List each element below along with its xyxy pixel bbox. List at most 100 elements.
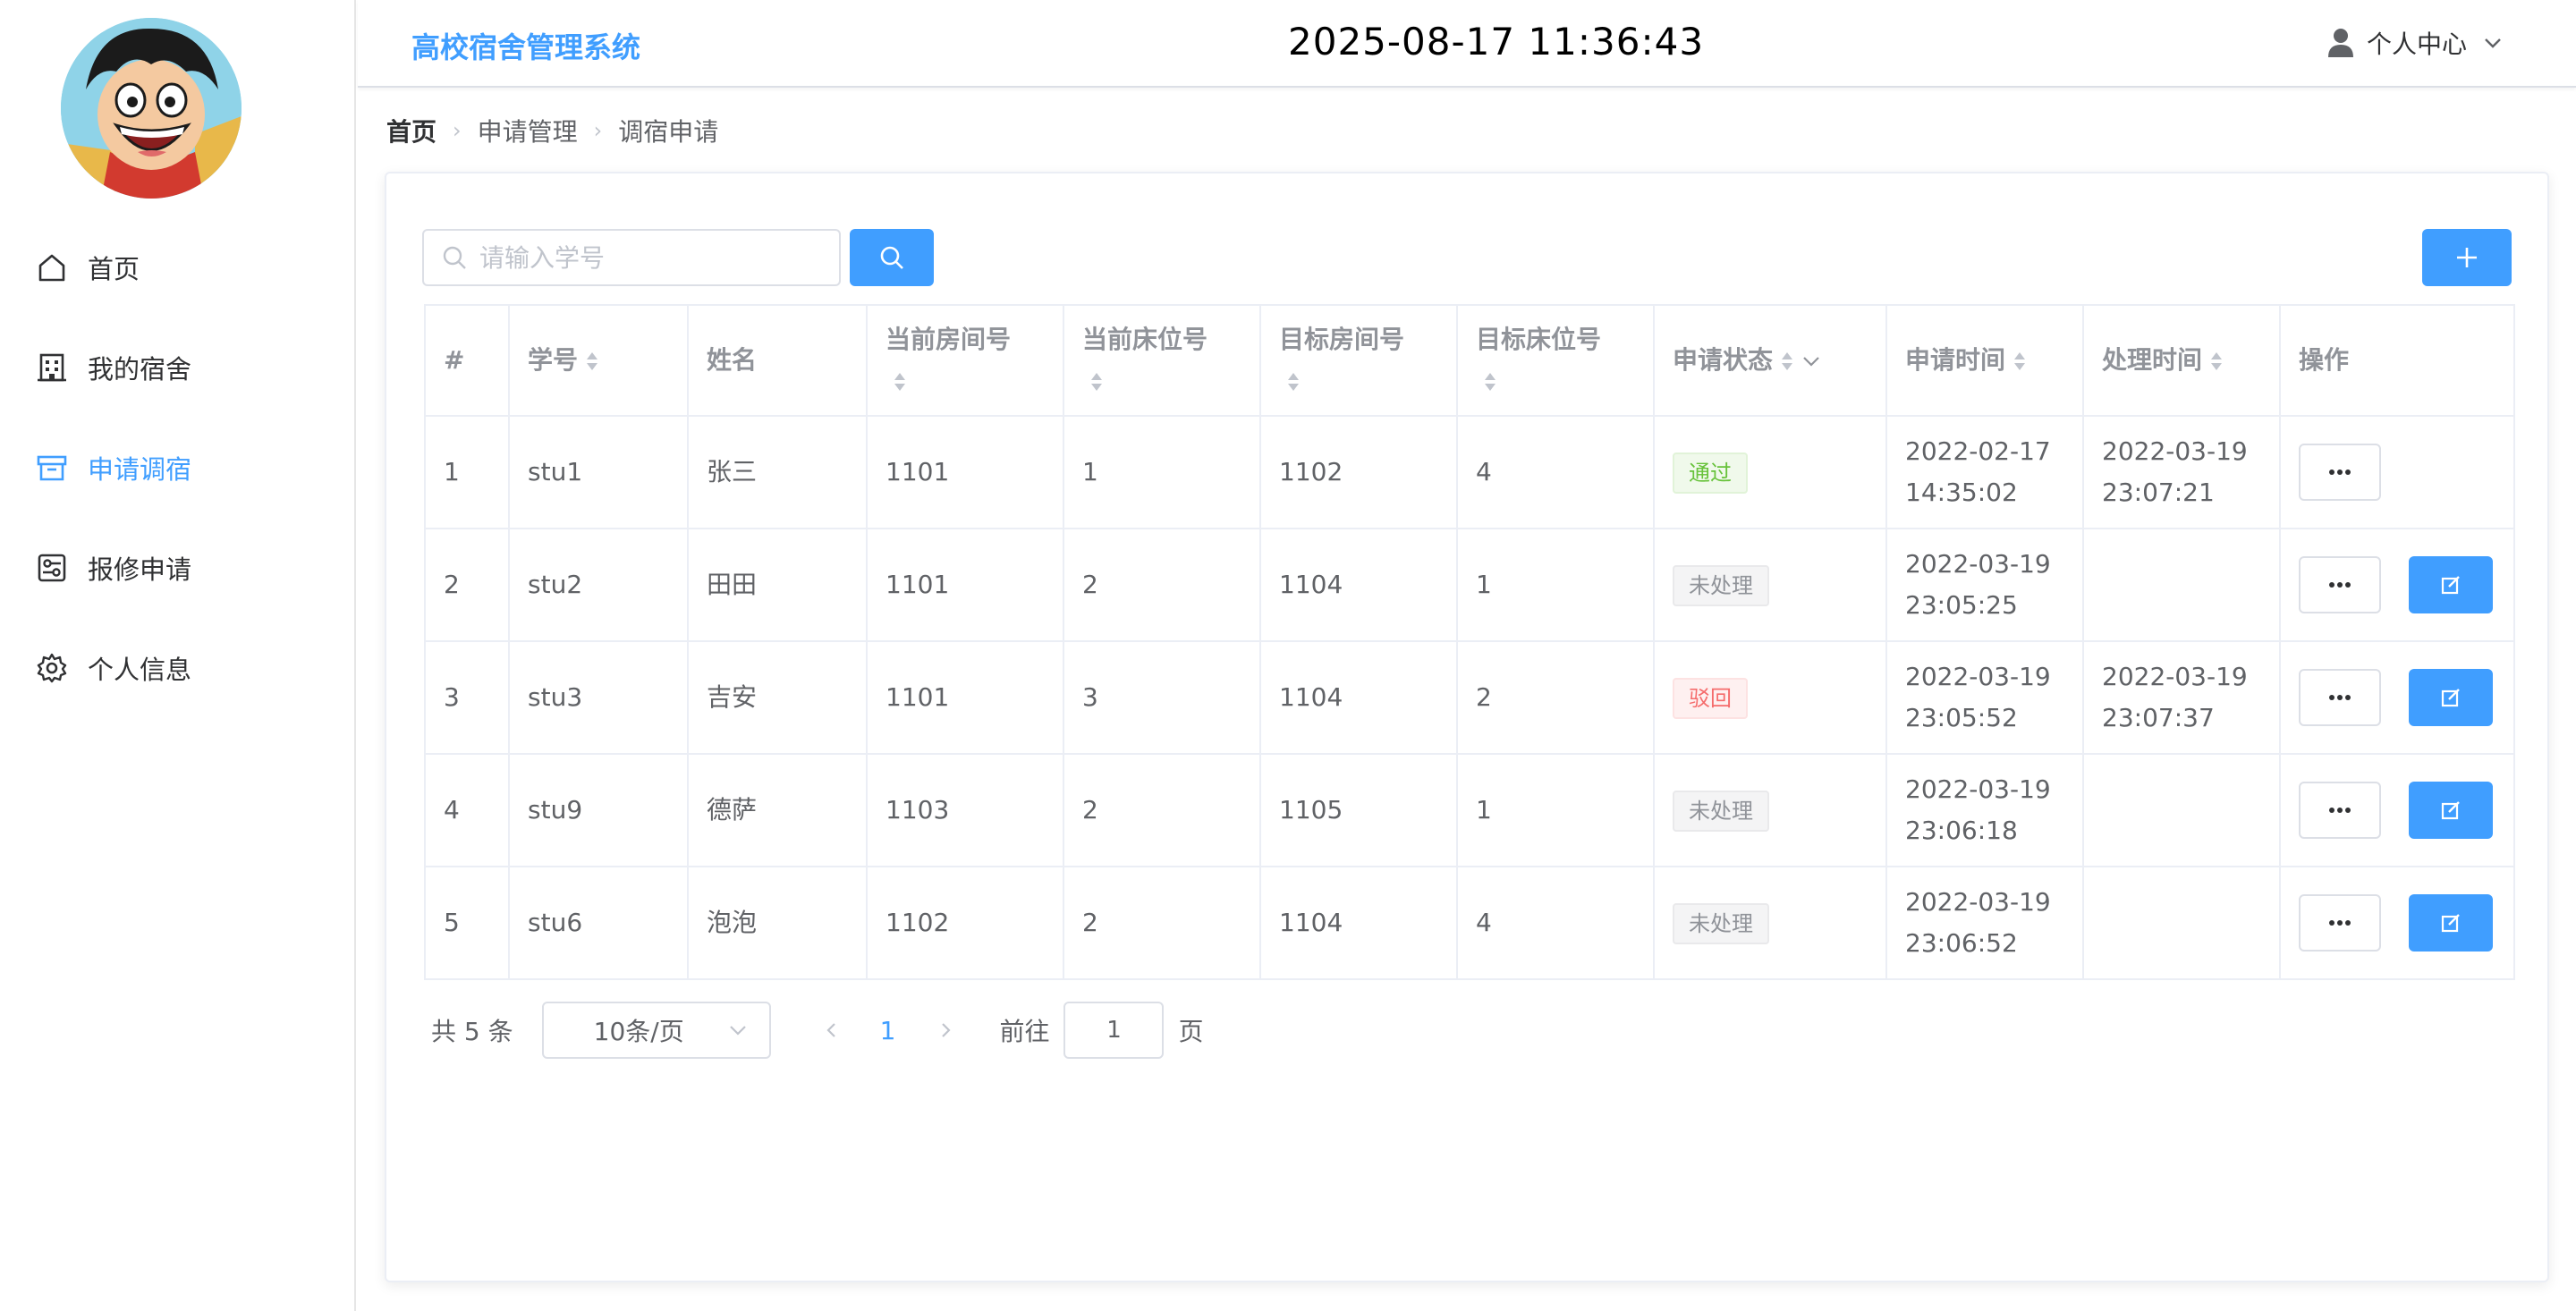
col-cur-room[interactable]: 当前房间号 bbox=[866, 304, 1064, 417]
sort-icon[interactable] bbox=[2012, 350, 2027, 373]
apply-date: 2022-02-17 bbox=[1905, 436, 2051, 466]
sidebar-nav: 首页 我的宿舍 申请调宿 报修申请 个人信息 bbox=[0, 217, 354, 718]
sidebar-item-repair[interactable]: 报修申请 bbox=[0, 518, 354, 618]
cell-handle-time: 2022-03-19 23:07:37 bbox=[2082, 640, 2281, 755]
goto-label: 前往 bbox=[999, 1017, 1050, 1046]
edit-button[interactable] bbox=[2408, 894, 2493, 952]
more-button[interactable] bbox=[2299, 669, 2381, 726]
handle-clock: 23:07:21 bbox=[2102, 478, 2215, 507]
cell-cur-bed: 3 bbox=[1063, 640, 1261, 755]
chevron-right-icon bbox=[942, 1023, 952, 1037]
page-size-select[interactable]: 10条/页 bbox=[541, 1002, 771, 1059]
cell-handle-time bbox=[2082, 528, 2281, 642]
cell-apply-time: 2022-03-19 23:06:18 bbox=[1885, 753, 2084, 867]
more-icon bbox=[2329, 695, 2351, 700]
sidebar-item-label: 个人信息 bbox=[88, 655, 192, 685]
cell-apply-time: 2022-03-19 23:05:25 bbox=[1885, 528, 2084, 642]
next-page-button[interactable] bbox=[936, 1021, 954, 1039]
more-button[interactable] bbox=[2299, 556, 2381, 613]
sort-icon[interactable] bbox=[1780, 350, 1794, 373]
col-target-bed[interactable]: 目标床位号 bbox=[1456, 304, 1655, 417]
cell-handle-time: 2022-03-19 23:07:21 bbox=[2082, 415, 2281, 529]
cell-index: 5 bbox=[424, 866, 510, 980]
edit-button[interactable] bbox=[2408, 556, 2493, 613]
apply-clock: 14:35:02 bbox=[1905, 478, 2018, 507]
edit-button[interactable] bbox=[2408, 669, 2493, 726]
status-badge: 未处理 bbox=[1673, 564, 1769, 606]
status-badge: 未处理 bbox=[1673, 790, 1769, 832]
cell-name: 泡泡 bbox=[687, 866, 868, 980]
cell-target-bed: 1 bbox=[1456, 753, 1655, 867]
sort-icon[interactable] bbox=[585, 350, 599, 373]
status-badge: 未处理 bbox=[1673, 902, 1769, 944]
sidebar-item-home[interactable]: 首页 bbox=[0, 217, 354, 317]
status-badge: 驳回 bbox=[1673, 677, 1748, 719]
cell-apply-time: 2022-03-19 23:06:52 bbox=[1885, 866, 2084, 980]
sidebar: 首页 我的宿舍 申请调宿 报修申请 个人信息 bbox=[0, 0, 356, 1311]
app-root: 首页 我的宿舍 申请调宿 报修申请 个人信息 高校宿舍管理系统 2025-08-… bbox=[0, 0, 2576, 1311]
sidebar-item-my-dorm[interactable]: 我的宿舍 bbox=[0, 317, 354, 418]
cell-status: 未处理 bbox=[1653, 753, 1887, 867]
col-apply-time[interactable]: 申请时间 bbox=[1885, 304, 2084, 417]
sort-icon[interactable] bbox=[1089, 370, 1104, 393]
edit-button[interactable] bbox=[2408, 782, 2493, 839]
col-label: 处理时间 bbox=[2102, 345, 2203, 375]
sidebar-item-label: 报修申请 bbox=[88, 554, 192, 585]
sort-icon[interactable] bbox=[1483, 370, 1497, 393]
col-label: 申请时间 bbox=[1905, 345, 2006, 375]
col-stu-no[interactable]: 学号 bbox=[508, 304, 689, 417]
sort-icon[interactable] bbox=[1286, 370, 1301, 393]
home-icon bbox=[36, 251, 68, 283]
cell-status: 驳回 bbox=[1653, 640, 1887, 755]
search-button[interactable] bbox=[850, 229, 934, 286]
breadcrumb-home[interactable]: 首页 bbox=[386, 113, 436, 148]
user-menu[interactable]: 个人中心 bbox=[2327, 25, 2503, 61]
col-status[interactable]: 申请状态 bbox=[1653, 304, 1887, 417]
more-button[interactable] bbox=[2299, 782, 2381, 839]
cell-cur-room: 1101 bbox=[866, 640, 1064, 755]
col-target-room[interactable]: 目标房间号 bbox=[1259, 304, 1458, 417]
search-input[interactable] bbox=[479, 242, 819, 273]
sort-icon[interactable] bbox=[893, 370, 907, 393]
cell-handle-time bbox=[2082, 753, 2281, 867]
cell-handle-time bbox=[2082, 866, 2281, 980]
cell-apply-time: 2022-03-19 23:05:52 bbox=[1885, 640, 2084, 755]
user-icon bbox=[2327, 28, 2354, 58]
goto-page-input[interactable] bbox=[1063, 1002, 1165, 1059]
col-label: 学号 bbox=[528, 345, 579, 375]
apply-clock: 23:05:25 bbox=[1905, 590, 2018, 620]
app-title: 高校宿舍管理系统 bbox=[411, 30, 641, 64]
sidebar-item-profile[interactable]: 个人信息 bbox=[0, 618, 354, 718]
table-header-row: # 学号 姓名 当前房间号 当前床位号 目标房间号 目标床位号 申请状态 申请时… bbox=[424, 304, 2515, 417]
page-number-current[interactable]: 1 bbox=[880, 1016, 896, 1045]
sort-icon[interactable] bbox=[2209, 350, 2224, 373]
building-icon bbox=[36, 351, 68, 384]
cell-target-bed: 2 bbox=[1456, 640, 1655, 755]
col-cur-bed[interactable]: 当前床位号 bbox=[1063, 304, 1261, 417]
col-handle-time[interactable]: 处理时间 bbox=[2082, 304, 2281, 417]
breadcrumb: 首页 › 申请管理 › 调宿申请 bbox=[386, 113, 718, 148]
cell-stu-no: stu6 bbox=[508, 866, 689, 980]
gear-icon bbox=[36, 652, 68, 684]
prev-page-button[interactable] bbox=[823, 1021, 841, 1039]
sidebar-item-label: 我的宿舍 bbox=[88, 354, 192, 385]
edit-icon bbox=[2441, 576, 2460, 595]
cell-ops bbox=[2279, 528, 2515, 642]
cell-target-room: 1104 bbox=[1259, 866, 1458, 980]
breadcrumb-apply-manage: 申请管理 bbox=[477, 117, 578, 147]
filter-chevron-icon[interactable] bbox=[1801, 351, 1821, 371]
apply-clock: 23:05:52 bbox=[1905, 703, 2018, 732]
breadcrumb-separator-icon: › bbox=[453, 118, 462, 143]
apply-clock: 23:06:18 bbox=[1905, 816, 2018, 845]
col-label: 当前房间号 bbox=[886, 325, 1012, 354]
apply-date: 2022-03-19 bbox=[1905, 887, 2051, 917]
cell-status: 通过 bbox=[1653, 415, 1887, 529]
sidebar-item-apply-transfer[interactable]: 申请调宿 bbox=[0, 418, 354, 518]
more-button[interactable] bbox=[2299, 444, 2381, 501]
search-icon bbox=[442, 245, 467, 270]
cell-cur-room: 1102 bbox=[866, 866, 1064, 980]
add-button[interactable] bbox=[2422, 229, 2512, 286]
more-button[interactable] bbox=[2299, 894, 2381, 952]
breadcrumb-transfer-apply: 调宿申请 bbox=[618, 117, 719, 147]
cell-name: 吉安 bbox=[687, 640, 868, 755]
